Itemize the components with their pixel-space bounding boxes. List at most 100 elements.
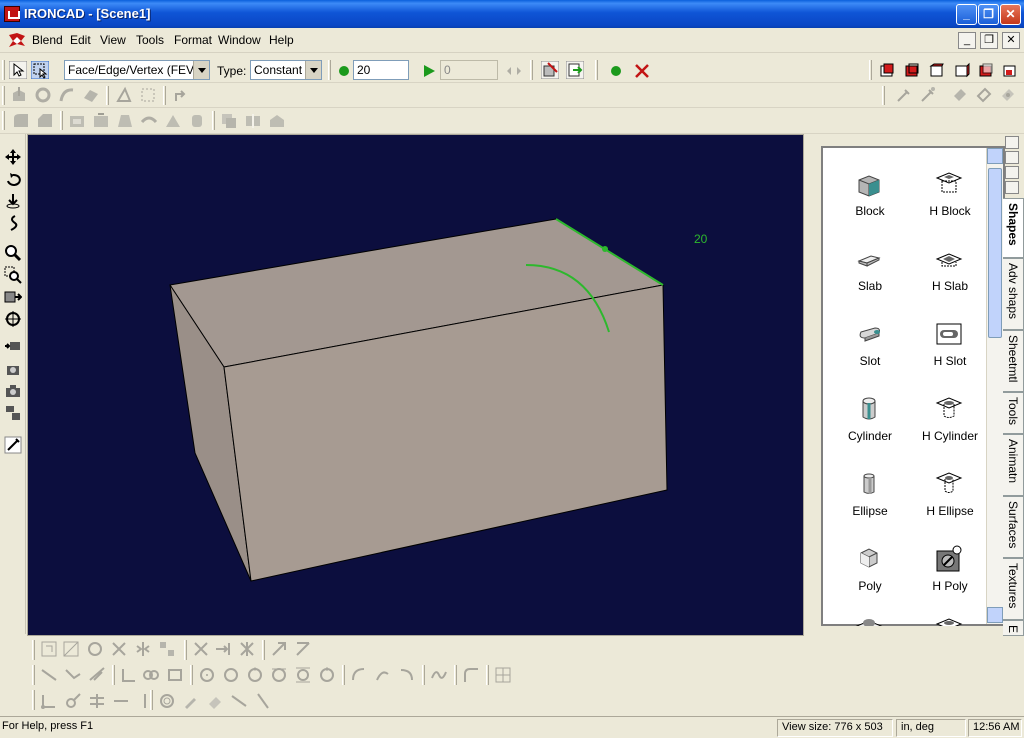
trim-icon[interactable] xyxy=(192,640,210,658)
chamfer-icon[interactable] xyxy=(36,112,54,130)
scene-canvas[interactable]: 20 xyxy=(28,135,804,636)
camera-move-icon[interactable] xyxy=(4,338,22,356)
sketch-rotate-icon[interactable] xyxy=(86,640,104,658)
chain-icon[interactable] xyxy=(142,666,160,684)
ironcad-app-icon[interactable] xyxy=(4,6,20,22)
blend-edge-icon[interactable] xyxy=(12,112,30,130)
fit-view-icon[interactable] xyxy=(4,288,22,306)
menu-blend[interactable]: Blend xyxy=(32,33,63,47)
view-back-icon[interactable] xyxy=(903,61,921,79)
camera-icon[interactable] xyxy=(4,382,22,400)
arc-icon[interactable] xyxy=(350,666,368,684)
tab-tools[interactable]: Tools xyxy=(1003,392,1024,434)
slant-line-icon[interactable] xyxy=(254,692,272,710)
catalog-item-slab[interactable]: Slab xyxy=(827,241,913,297)
catalog-item-h-slab[interactable]: H Slab xyxy=(907,241,993,297)
circle-3pt-icon[interactable] xyxy=(246,666,264,684)
select-arrow-icon[interactable] xyxy=(9,61,27,79)
spline-icon[interactable] xyxy=(430,666,448,684)
paint-icon[interactable] xyxy=(919,86,937,104)
eyedropper-icon[interactable] xyxy=(895,86,913,104)
radius-input[interactable]: 20 xyxy=(353,60,409,80)
pattern-icon[interactable] xyxy=(494,666,512,684)
play-icon[interactable] xyxy=(420,62,438,80)
sketch-mirror-icon[interactable] xyxy=(134,640,152,658)
patch-icon[interactable] xyxy=(268,112,286,130)
angle-line-icon[interactable] xyxy=(230,692,248,710)
pencil-icon[interactable] xyxy=(182,692,200,710)
arc-tangent-icon[interactable] xyxy=(374,666,392,684)
menu-format[interactable]: Format xyxy=(174,33,212,47)
menu-edit[interactable]: Edit xyxy=(70,33,91,47)
extrude-icon[interactable] xyxy=(10,86,28,104)
doc-minimize-button[interactable]: _ xyxy=(958,32,976,49)
blend-preview-icon[interactable] xyxy=(541,61,559,79)
face-offset-icon[interactable] xyxy=(140,112,158,130)
circle-3tan-icon[interactable] xyxy=(294,666,312,684)
circle-center-icon[interactable] xyxy=(198,666,216,684)
tab-adv-shaps[interactable]: Adv shaps xyxy=(1003,258,1024,330)
close-button[interactable]: ✕ xyxy=(1000,4,1021,25)
ok-icon[interactable] xyxy=(607,62,625,80)
catalog-item-slot[interactable]: Slot xyxy=(827,316,913,372)
camera-orbit-icon[interactable] xyxy=(4,360,22,378)
circle-tangent-icon[interactable] xyxy=(270,666,288,684)
loft-icon[interactable] xyxy=(82,86,100,104)
menu-tools[interactable]: Tools xyxy=(136,33,164,47)
walk-icon[interactable] xyxy=(4,214,22,232)
bend-icon[interactable] xyxy=(172,86,190,104)
document-icon[interactable] xyxy=(8,32,26,48)
orbit-icon[interactable] xyxy=(4,170,22,188)
tab-sheetmtl[interactable]: Sheetmtl xyxy=(1003,330,1024,392)
line-icon[interactable] xyxy=(40,666,58,684)
cancel-icon[interactable] xyxy=(633,62,651,80)
tab-animatn[interactable]: Animatn xyxy=(1003,434,1024,496)
dimension-icon[interactable] xyxy=(294,640,312,658)
offset-curve-icon[interactable] xyxy=(64,692,82,710)
blend-type-dropdown[interactable]: Constant xyxy=(250,60,322,80)
scroll-down-button[interactable] xyxy=(987,607,1003,623)
catalog-item-cylinder[interactable]: Cylinder xyxy=(827,391,913,447)
sketch-edit-icon[interactable] xyxy=(40,640,58,658)
catalog-item-h-slot[interactable]: H Slot xyxy=(907,316,993,372)
face-draft-icon[interactable] xyxy=(116,112,134,130)
grid-icon[interactable] xyxy=(139,86,157,104)
circle-center-tan-icon[interactable] xyxy=(318,666,336,684)
face-replace-icon[interactable] xyxy=(164,112,182,130)
sketch-scale-icon[interactable] xyxy=(110,640,128,658)
zoom-icon[interactable] xyxy=(4,244,22,262)
constraint-icon[interactable] xyxy=(270,640,288,658)
tab-e[interactable]: E xyxy=(1003,620,1024,636)
menu-help[interactable]: Help xyxy=(269,33,294,47)
restore-button[interactable]: ❐ xyxy=(978,4,999,25)
fillet-icon[interactable] xyxy=(462,666,480,684)
apply-blend-icon[interactable] xyxy=(566,61,584,79)
rectangle-icon[interactable] xyxy=(166,666,184,684)
view-top-icon[interactable] xyxy=(977,61,995,79)
circle-2pt-icon[interactable] xyxy=(222,666,240,684)
polyline-icon[interactable] xyxy=(64,666,82,684)
tab-scroll-last-button[interactable] xyxy=(1005,181,1019,194)
tab-textures[interactable]: Textures xyxy=(1003,558,1024,620)
scene-viewport[interactable]: 20 xyxy=(27,134,804,636)
sketch-array-icon[interactable] xyxy=(158,640,176,658)
thicken-icon[interactable] xyxy=(188,112,206,130)
tab-scroll-prev-button[interactable] xyxy=(1005,151,1019,164)
catalog-item-h-cylinder[interactable]: H Cylinder xyxy=(907,391,993,447)
view-front-icon[interactable] xyxy=(878,61,896,79)
pan-icon[interactable] xyxy=(4,148,22,166)
catalog-scrollbar[interactable] xyxy=(986,148,1003,624)
sweep-icon[interactable] xyxy=(58,86,76,104)
face-move-icon[interactable] xyxy=(92,112,110,130)
zoom-box-icon[interactable] xyxy=(4,266,22,284)
green-dot-icon[interactable] xyxy=(335,62,353,80)
view-right-icon[interactable] xyxy=(953,61,971,79)
project-icon[interactable] xyxy=(88,692,106,710)
spin-icon[interactable] xyxy=(34,86,52,104)
roll-icon[interactable] xyxy=(4,192,22,210)
target-icon[interactable] xyxy=(4,310,22,328)
decal-icon[interactable] xyxy=(975,86,993,104)
second-value-input[interactable]: 0 xyxy=(440,60,498,80)
selection-filter-dropdown[interactable]: Face/Edge/Vertex (FEV) xyxy=(64,60,210,80)
tab-surfaces[interactable]: Surfaces xyxy=(1003,496,1024,558)
